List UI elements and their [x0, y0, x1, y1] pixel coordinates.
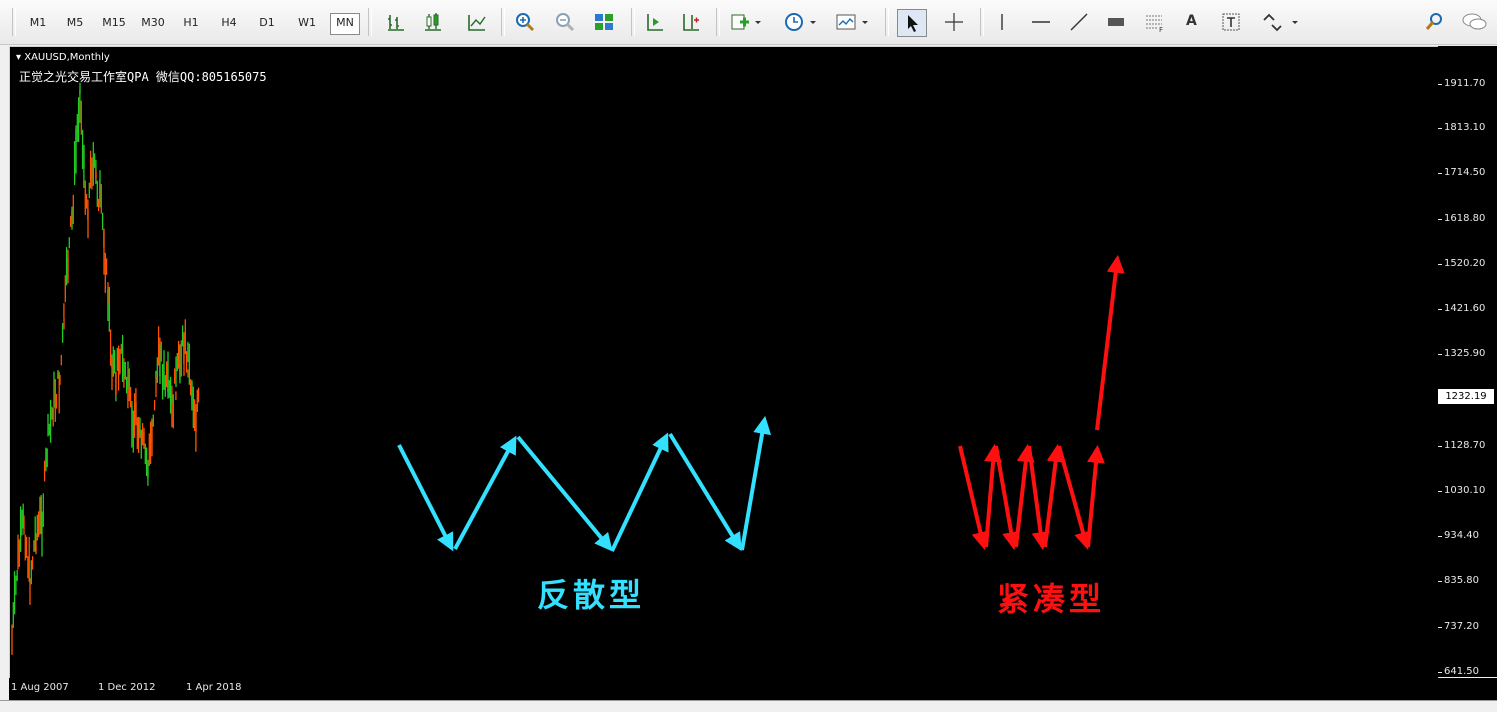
time-label: 1 Dec 2012 [98, 682, 156, 693]
price-label: 1714.50 [1444, 167, 1486, 178]
compact-arrow-9 [1095, 254, 1125, 431]
price-tick [1438, 84, 1442, 85]
price-label: 934.40 [1444, 530, 1479, 541]
dispersed-arrow-1 [397, 444, 454, 552]
symbol-text: XAUUSD,Monthly [24, 52, 110, 63]
dispersed-arrow-2 [453, 435, 517, 550]
price-label: 641.50 [1444, 666, 1479, 677]
dispersed-arrow-3 [516, 435, 613, 552]
compact-arrow-3 [994, 445, 1021, 551]
compact-arrow-1 [958, 445, 990, 551]
compact-arrow-5 [1027, 445, 1050, 551]
price-label: 1520.20 [1444, 258, 1486, 269]
price-label: 1030.10 [1444, 485, 1486, 496]
time-label: 1 Aug 2007 [11, 682, 69, 693]
current-price-label: 1232.19 [1438, 389, 1494, 404]
dispersed-arrow-6 [740, 415, 772, 551]
price-label: 1325.90 [1444, 348, 1486, 359]
price-tick [1438, 219, 1442, 220]
price-tick [1438, 627, 1442, 628]
compact-arrow-2 [984, 443, 1003, 548]
time-label: 1 Apr 2018 [186, 682, 242, 693]
symbol-label[interactable]: ▾ XAUUSD,Monthly [16, 52, 110, 63]
compact-arrow-7 [1057, 445, 1092, 550]
price-label: 1911.70 [1444, 78, 1486, 89]
compact-arrow-4 [1014, 443, 1035, 548]
dispersed-arrow-5 [668, 432, 742, 552]
price-tick [1438, 581, 1442, 582]
price-label: 1618.80 [1444, 213, 1486, 224]
price-label: 1813.10 [1444, 122, 1486, 133]
price-label: 1421.60 [1444, 303, 1486, 314]
price-tick [1438, 309, 1442, 310]
price-tick [1438, 354, 1442, 355]
price-tick [1438, 173, 1442, 174]
price-label: 1128.70 [1444, 440, 1486, 451]
drawing-arrows [397, 254, 1125, 552]
compact-pattern-label: 紧凑型 [997, 580, 1106, 618]
price-tick [1438, 536, 1442, 537]
dispersed-pattern-label: 反散型 [537, 576, 646, 614]
compact-arrow-8 [1086, 444, 1105, 548]
chevron-down-icon: ▾ [16, 52, 22, 63]
price-tick [1438, 446, 1442, 447]
price-label: 835.80 [1444, 575, 1479, 586]
price-tick [1438, 491, 1442, 492]
price-tick [1438, 672, 1442, 673]
compact-arrow-6 [1043, 443, 1065, 548]
price-tick [1438, 264, 1442, 265]
price-tick [1438, 128, 1442, 129]
price-label: 737.20 [1444, 621, 1479, 632]
watermark-text: 正觉之光交易工作室QPA 微信QQ:805165075 [19, 70, 267, 84]
dispersed-arrow-4 [610, 432, 669, 552]
